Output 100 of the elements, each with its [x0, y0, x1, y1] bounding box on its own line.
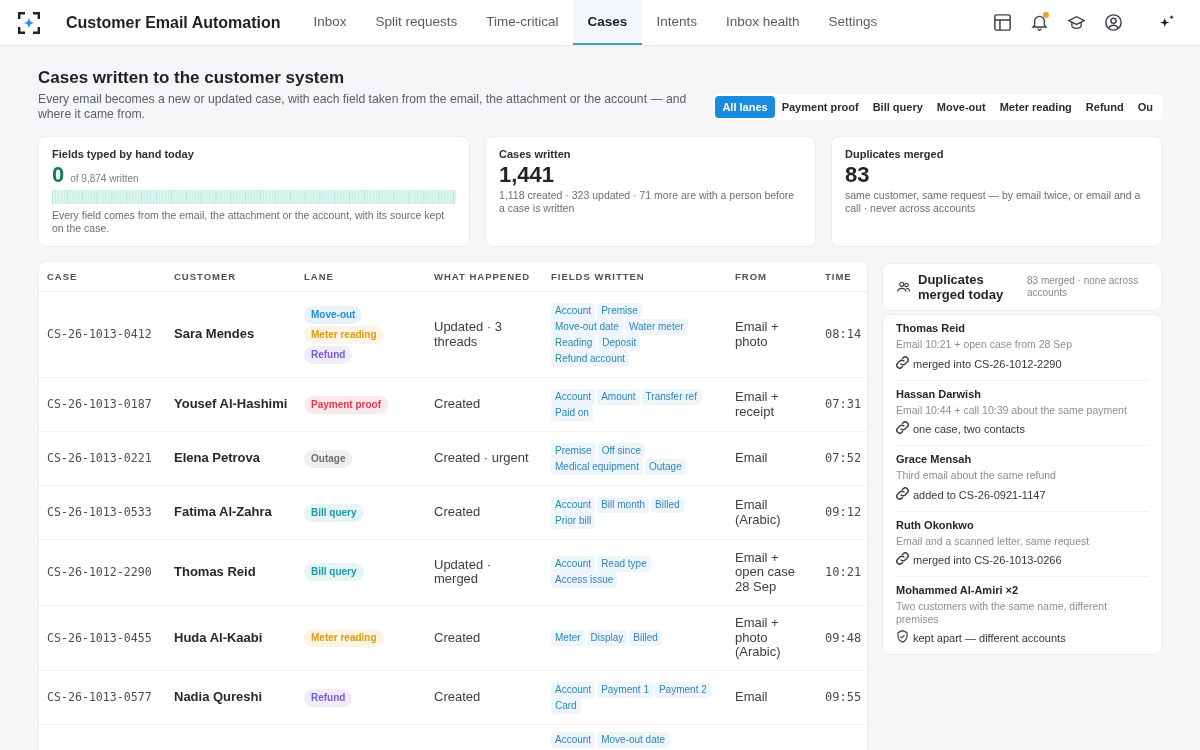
- field-tag: Display: [586, 629, 628, 646]
- page-title: Cases written to the customer system: [38, 68, 346, 88]
- customer-name: Thomas Reid: [896, 322, 967, 335]
- field-tag: Account: [551, 732, 596, 748]
- lane-filter[interactable]: All lanes: [715, 96, 775, 118]
- customer-name: Nadia Qureshi: [174, 689, 263, 705]
- what-happened: Created · urgent: [434, 451, 530, 466]
- nav-tab[interactable]: Intents: [641, 0, 712, 45]
- field-tag: Premise: [551, 442, 596, 459]
- time: 07:52: [825, 451, 862, 466]
- column-header: CASE: [47, 271, 78, 282]
- lane-filter[interactable]: Ou: [1130, 96, 1160, 118]
- customer-name: Elena Petrova: [174, 450, 260, 466]
- duplicate-detail: Email 10:44 + call 10:39 about the same payment: [896, 403, 1128, 416]
- stat-value: 0: [52, 162, 65, 187]
- field-tag: Deposit: [598, 334, 641, 351]
- lane-tag: Meter reading: [304, 628, 384, 647]
- what-happened: Updated · 3 threads: [434, 320, 503, 349]
- source-text: Email + photo: [735, 320, 780, 349]
- layout-icon[interactable]: [994, 14, 1011, 31]
- case-id: CS-26-1013-0412: [47, 327, 152, 342]
- people-icon: [897, 281, 910, 293]
- panel-summary: 83 merged · none across accounts: [1027, 275, 1140, 299]
- lane-filter[interactable]: Move-out: [929, 96, 993, 118]
- customer-name: Sara Mendes: [174, 326, 255, 342]
- duplicate-detail: Two customers with the same name, different premises: [896, 600, 1109, 625]
- column-header: FIELDS WRITTEN: [551, 271, 645, 282]
- nav-tab[interactable]: Time-critical: [471, 0, 574, 45]
- link-icon: [896, 421, 909, 434]
- time: 10:21: [825, 565, 862, 579]
- what-happened: Created: [434, 690, 482, 705]
- nav-tab[interactable]: Settings: [813, 0, 892, 45]
- column-header: CUSTOMER: [174, 271, 237, 282]
- field-tag: Off since: [597, 442, 645, 459]
- source-text: Email + photo (Arabic): [735, 616, 782, 660]
- stat-note: Every field comes from the email, the attachment or the account, with its source kept on the case.: [52, 209, 446, 235]
- field-tag: Transfer ref: [641, 388, 701, 405]
- field-tag: Account: [551, 556, 596, 573]
- source-text: Email + open case 28 Sep: [735, 550, 796, 594]
- stat-value: 83: [845, 162, 870, 187]
- customer-name: Huda Al-Kaabi: [174, 629, 263, 645]
- lane-filter[interactable]: Bill query: [865, 96, 930, 118]
- duplicate-outcome: kept apart — different accounts: [913, 632, 1066, 645]
- lane-tag: Move-out: [304, 305, 363, 324]
- case-id: CS-26-1013-0187: [47, 397, 152, 412]
- lane-tag: Outage: [304, 449, 353, 468]
- nav-tab[interactable]: Cases: [573, 0, 642, 45]
- field-tag: Account: [551, 388, 596, 405]
- what-happened: Updated · merged: [434, 557, 493, 587]
- what-happened: Created: [434, 505, 482, 520]
- bell-icon[interactable]: [1031, 14, 1048, 31]
- lane-tag: Bill query: [304, 503, 364, 522]
- case-id: CS-26-1013-0221: [47, 451, 152, 466]
- duplicate-outcome: merged into CS-26-1012-2290: [913, 357, 1062, 371]
- field-tag: Payment 1: [597, 681, 653, 698]
- source-text: Email + receipt: [735, 390, 780, 419]
- duplicate-outcome: one case, two contacts: [913, 423, 1025, 436]
- case-id: CS-26-1013-0577: [47, 690, 152, 705]
- time: 09:55: [825, 690, 862, 705]
- lane-filter[interactable]: Payment proof: [774, 96, 866, 118]
- user-icon[interactable]: [1105, 14, 1122, 31]
- time: 07:31: [825, 397, 862, 412]
- stat-note: same customer, same request — by email twice, or email and a call · never across accounts: [845, 189, 1142, 215]
- app-title: Customer Email Automation: [66, 13, 281, 32]
- field-tag: Meter: [551, 629, 585, 646]
- field-tag: Move-out date: [551, 318, 623, 335]
- nav-tab[interactable]: Inbox health: [711, 0, 814, 45]
- logo-icon: [18, 11, 40, 34]
- lane-filter[interactable]: Refund: [1078, 96, 1131, 118]
- nav-tab[interactable]: Inbox: [299, 0, 362, 45]
- field-tag: Outage: [644, 458, 686, 475]
- source-text: Email (Arabic): [735, 498, 782, 527]
- field-tag: Billed: [651, 496, 684, 513]
- link-icon: [896, 355, 909, 369]
- customer-name: Yousef Al-Hashimi: [174, 396, 288, 412]
- page-subtitle: Every email becomes a new or updated case, with each field taken from the email, the attachment or the account — and where it came from.: [38, 92, 688, 121]
- lane-tag: Payment proof: [304, 395, 388, 414]
- graduation-cap-icon[interactable]: [1068, 14, 1085, 31]
- nav-tab[interactable]: Split requests: [361, 0, 472, 45]
- stat-label: Fields typed by hand today: [52, 148, 195, 161]
- field-tag: Premise: [597, 302, 642, 319]
- what-happened: Created: [434, 630, 482, 645]
- customer-name: Fatima Al-Zahra: [174, 504, 272, 520]
- field-tag: Water meter: [624, 318, 688, 335]
- lane-tag: Refund: [304, 688, 353, 707]
- column-header: LANE: [304, 271, 334, 282]
- lane-filter[interactable]: Meter reading: [992, 96, 1079, 118]
- customer-name: Mohammed Al-Amiri ×2: [896, 584, 1020, 597]
- field-tag: Payment 2: [654, 681, 711, 698]
- case-id: CS-26-1012-2290: [47, 565, 152, 579]
- stat-note: 1,118 created · 323 updated · 71 more are with a person before a case is written: [499, 189, 796, 215]
- field-tag: Read type: [597, 556, 651, 573]
- case-id: CS-26-1013-0455: [47, 630, 152, 645]
- time: 09:12: [825, 505, 862, 520]
- stat-value-note: of 9,874 written: [70, 173, 139, 184]
- stat-value: 1,441: [499, 162, 555, 187]
- field-tag: Billed: [629, 629, 662, 646]
- source-text: Email: [735, 451, 769, 466]
- what-happened: Created: [434, 397, 482, 412]
- link-icon: [896, 486, 909, 500]
